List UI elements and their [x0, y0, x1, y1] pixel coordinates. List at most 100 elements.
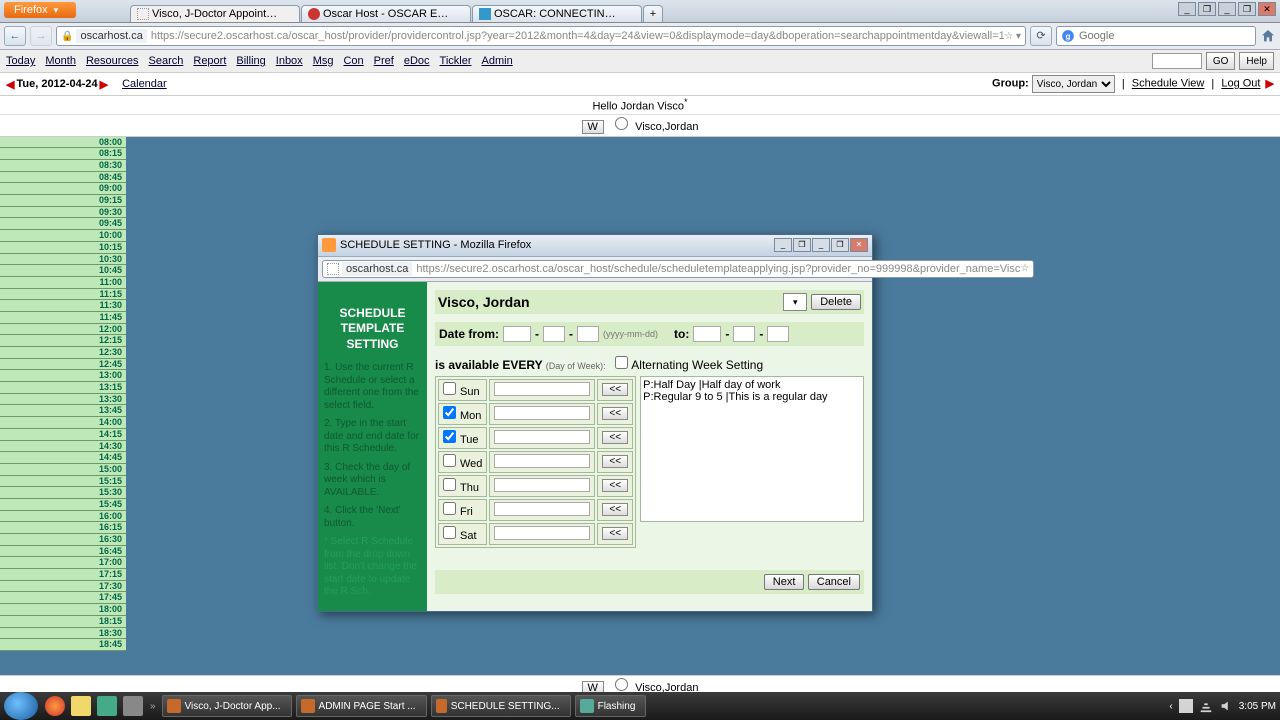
week-button[interactable]: W [582, 120, 604, 134]
time-slot[interactable]: 10:30 [0, 254, 126, 266]
time-slot[interactable]: 17:30 [0, 581, 126, 593]
day-template-input-thu[interactable] [494, 478, 590, 492]
tray-flag-icon[interactable] [1179, 699, 1193, 713]
template-option[interactable]: P:Regular 9 to 5 |This is a regular day [643, 391, 861, 403]
menu-billing[interactable]: Billing [236, 55, 265, 67]
prev-day-button[interactable]: ◀ [6, 78, 14, 91]
menu-msg[interactable]: Msg [313, 55, 334, 67]
time-slot[interactable]: 10:45 [0, 265, 126, 277]
time-slot[interactable]: 15:15 [0, 476, 126, 488]
time-slot[interactable]: 16:30 [0, 534, 126, 546]
time-slot[interactable]: 13:00 [0, 370, 126, 382]
day-template-input-sat[interactable] [494, 526, 590, 540]
time-slot[interactable]: 11:30 [0, 300, 126, 312]
back-button[interactable]: ← [4, 26, 26, 46]
start-button[interactable] [4, 692, 38, 720]
minimize-icon[interactable]: _ [1218, 2, 1236, 16]
calendar-link[interactable]: Calendar [122, 78, 167, 90]
template-option[interactable]: P:Half Day |Half day of work [643, 379, 861, 391]
time-slot[interactable]: 18:30 [0, 628, 126, 640]
quick-search-input[interactable] [1152, 53, 1202, 69]
apply-template-button-tue[interactable]: << [602, 431, 628, 444]
from-day[interactable] [577, 326, 599, 342]
time-slot[interactable]: 11:15 [0, 289, 126, 301]
next-button[interactable]: Next [764, 574, 805, 590]
time-slot[interactable]: 10:00 [0, 230, 126, 242]
time-slot[interactable]: 15:45 [0, 499, 126, 511]
time-slot[interactable]: 08:00 [0, 137, 126, 149]
day-template-input-sun[interactable] [494, 382, 590, 396]
new-tab-button[interactable]: + [643, 5, 663, 22]
taskbar-task-2[interactable]: ADMIN PAGE Start ... [296, 695, 427, 717]
day-checkbox-mon[interactable] [443, 406, 456, 419]
time-slot[interactable]: 08:15 [0, 148, 126, 160]
time-slot[interactable]: 10:15 [0, 242, 126, 254]
firefox-menu-button[interactable]: Firefox [4, 2, 76, 18]
time-slot[interactable]: 09:00 [0, 183, 126, 195]
menu-report[interactable]: Report [193, 55, 226, 67]
popup-close[interactable]: ✕ [850, 238, 868, 252]
menu-inbox[interactable]: Inbox [276, 55, 303, 67]
time-slot[interactable]: 17:00 [0, 557, 126, 569]
outer-restore-icon[interactable]: ❐ [1198, 2, 1216, 16]
time-slot[interactable]: 17:45 [0, 592, 126, 604]
time-slot[interactable]: 12:15 [0, 335, 126, 347]
menu-month[interactable]: Month [45, 55, 76, 67]
time-slot[interactable]: 18:15 [0, 616, 126, 628]
time-slot[interactable]: 13:30 [0, 394, 126, 406]
time-slot[interactable]: 16:00 [0, 511, 126, 523]
time-slot[interactable]: 13:15 [0, 382, 126, 394]
delete-button[interactable]: Delete [811, 294, 861, 310]
apply-template-button-wed[interactable]: << [602, 455, 628, 468]
time-slot[interactable]: 15:00 [0, 464, 126, 476]
template-list[interactable]: P:Half Day |Half day of workP:Regular 9 … [640, 376, 864, 522]
schedule-view-link[interactable]: Schedule View [1132, 78, 1205, 90]
day-template-input-fri[interactable] [494, 502, 590, 516]
day-checkbox-tue[interactable] [443, 430, 456, 443]
taskbar-task-1[interactable]: Visco, J-Doctor App... [162, 695, 292, 717]
popup-min2[interactable]: _ [812, 238, 830, 252]
menu-con[interactable]: Con [343, 55, 363, 67]
apply-template-button-thu[interactable]: << [602, 479, 628, 492]
outer-minimize-icon[interactable]: _ [1178, 2, 1196, 16]
day-template-input-tue[interactable] [494, 430, 590, 444]
tray-chevron-icon[interactable]: ‹ [1169, 701, 1172, 712]
popup-url-input[interactable]: oscarhost.ca https://secure2.oscarhost.c… [322, 260, 1034, 278]
forward-button[interactable]: → [30, 26, 52, 46]
popup-max2[interactable]: ❐ [831, 238, 849, 252]
group-select[interactable]: Visco, Jordan [1032, 75, 1115, 93]
menu-tickler[interactable]: Tickler [440, 55, 472, 67]
apply-template-button-mon[interactable]: << [602, 407, 628, 420]
cancel-button[interactable]: Cancel [808, 574, 860, 590]
home-icon[interactable] [1260, 28, 1276, 44]
browser-tab-1[interactable]: Visco, J-Doctor Appointment Access ... [130, 5, 300, 22]
day-checkbox-thu[interactable] [443, 478, 456, 491]
search-box[interactable]: g [1056, 26, 1256, 46]
menu-edoc[interactable]: eDoc [404, 55, 430, 67]
to-month[interactable] [733, 326, 755, 342]
day-checkbox-wed[interactable] [443, 454, 456, 467]
menu-admin[interactable]: Admin [482, 55, 513, 67]
menu-search[interactable]: Search [149, 55, 184, 67]
time-slot[interactable]: 18:45 [0, 639, 126, 651]
day-checkbox-fri[interactable] [443, 502, 456, 515]
apply-template-button-sun[interactable]: << [602, 383, 628, 396]
time-slot[interactable]: 09:30 [0, 207, 126, 219]
time-slot[interactable]: 17:15 [0, 569, 126, 581]
browser-tab-2[interactable]: Oscar Host - OSCAR Electronic Medic... [301, 5, 471, 22]
time-slot[interactable]: 15:30 [0, 487, 126, 499]
time-slot[interactable]: 12:45 [0, 359, 126, 371]
to-year[interactable] [693, 326, 721, 342]
search-input[interactable] [1079, 30, 1251, 42]
tray-network-icon[interactable] [1199, 699, 1213, 713]
menu-pref[interactable]: Pref [374, 55, 394, 67]
time-slot[interactable]: 08:30 [0, 160, 126, 172]
url-input[interactable]: 🔒 oscarhost.ca https://secure2.oscarhost… [56, 26, 1026, 46]
from-year[interactable] [503, 326, 531, 342]
time-slot[interactable]: 09:45 [0, 218, 126, 230]
explorer-taskbar-icon[interactable] [71, 696, 91, 716]
help-button[interactable]: Help [1239, 52, 1274, 70]
time-slot[interactable]: 13:45 [0, 405, 126, 417]
tray-clock[interactable]: 3:05 PM [1239, 701, 1276, 712]
time-slot[interactable]: 18:00 [0, 604, 126, 616]
